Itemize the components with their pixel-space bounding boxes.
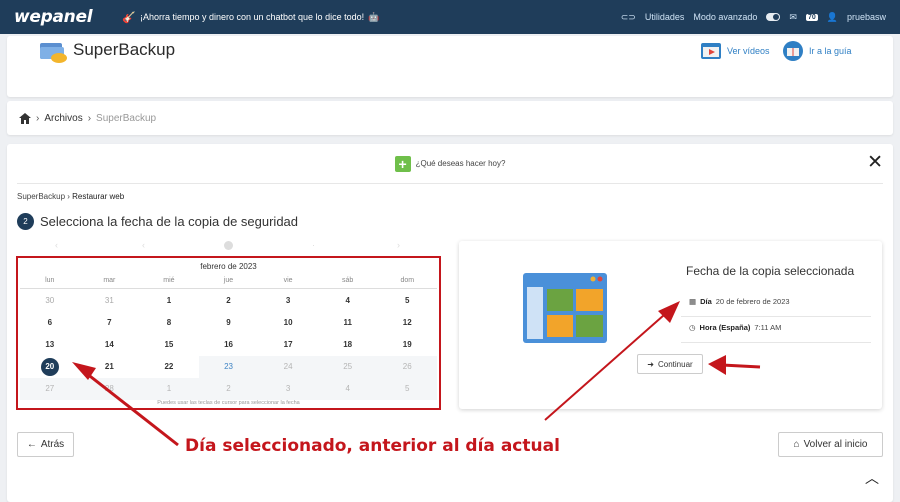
- annotation-arrowhead: [708, 355, 726, 375]
- annotation-arrow: [544, 314, 665, 421]
- annotation-arrowhead: [658, 301, 680, 323]
- annotation-arrow: [85, 371, 179, 447]
- annotation-arrows: [72, 301, 761, 447]
- annotation-arrow: [721, 363, 761, 369]
